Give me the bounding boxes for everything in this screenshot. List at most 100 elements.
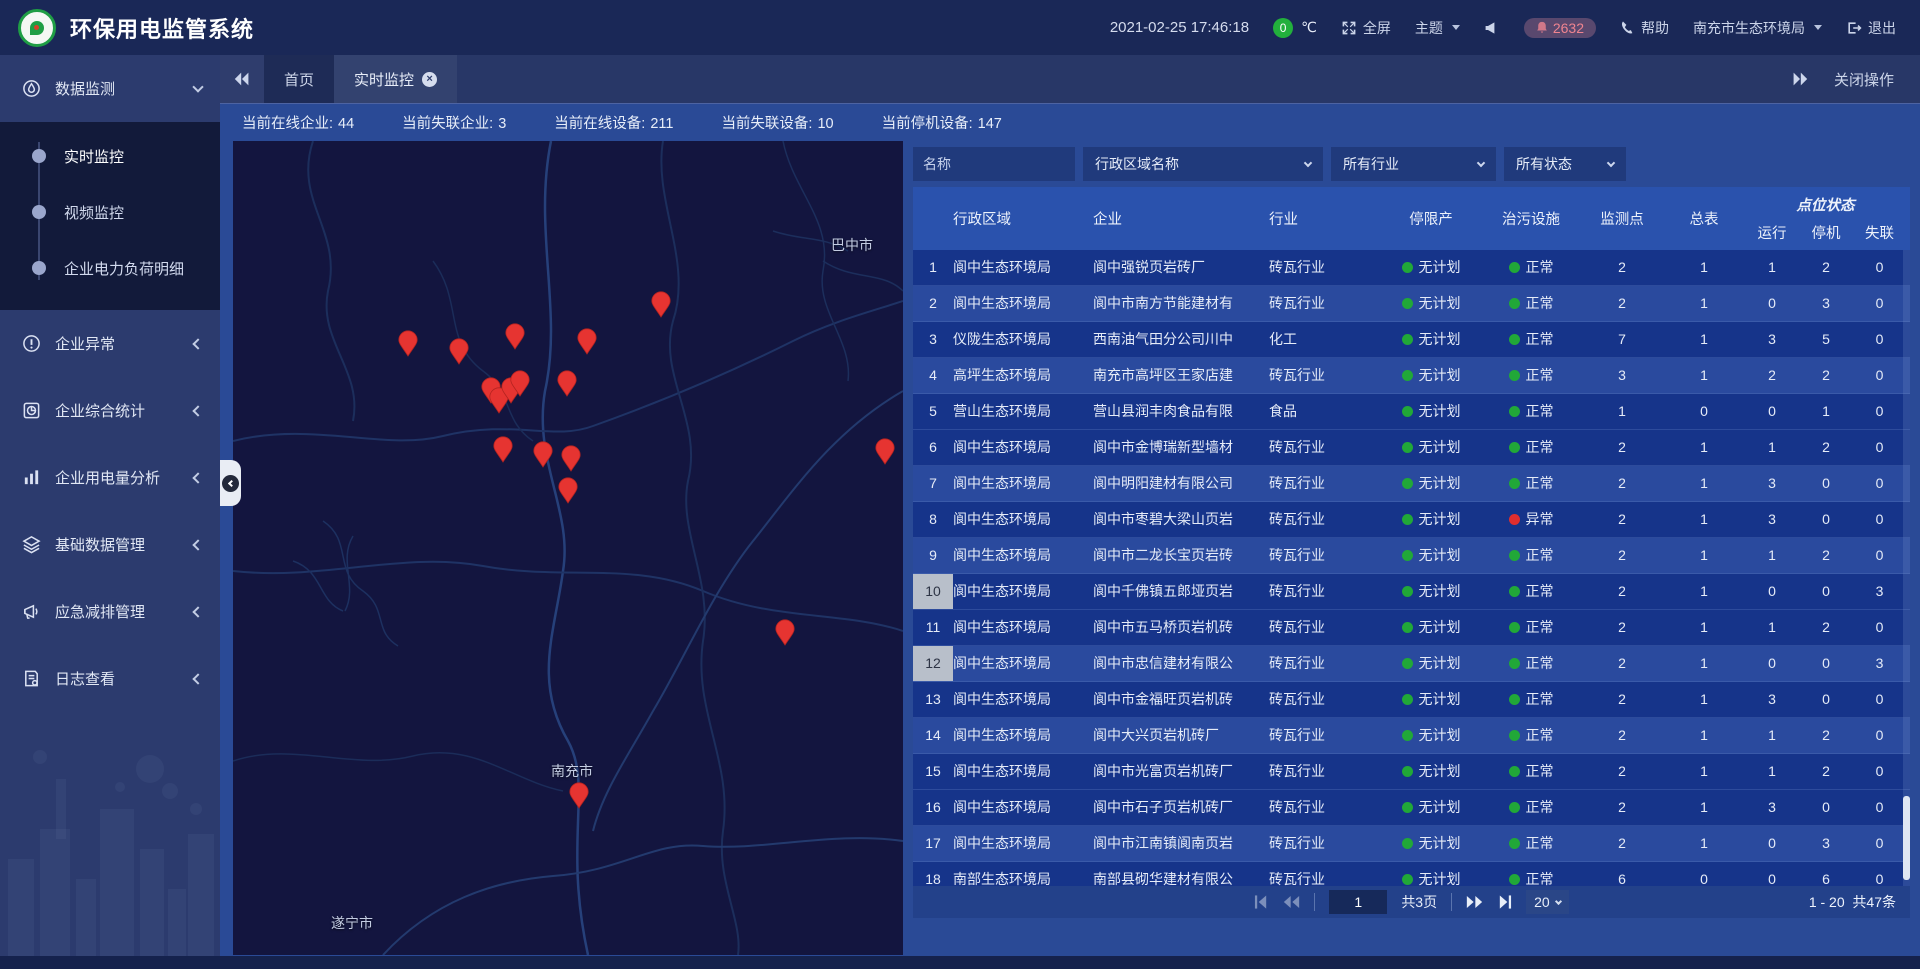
table-row[interactable]: 7阆中生态环境局阆中明阳建材有限公司砖瓦行业无计划正常21300 <box>913 466 1910 502</box>
table-row[interactable]: 5营山生态环境局营山县润丰肉食品有限食品无计划正常10010 <box>913 394 1910 430</box>
cell-row-number: 11 <box>913 610 953 645</box>
cell-row-number: 3 <box>913 322 953 357</box>
help-button[interactable]: 帮助 <box>1620 18 1669 38</box>
tab-close-icon[interactable]: × <box>422 72 437 87</box>
cell-running: 0 <box>1745 646 1799 681</box>
last-page-button[interactable] <box>1497 895 1512 909</box>
table-scrollbar[interactable] <box>1903 250 1910 886</box>
sidebar-item-emergency[interactable]: 应急减排管理 <box>0 578 220 645</box>
table-row[interactable]: 10阆中生态环境局阆中千佛镇五郎垭页岩砖瓦行业无计划正常21003 <box>913 574 1910 610</box>
table-row[interactable]: 14阆中生态环境局阆中大兴页岩机砖厂砖瓦行业无计划正常21120 <box>913 718 1910 754</box>
cell-stopped: 0 <box>1799 466 1853 501</box>
prev-page-button[interactable] <box>1283 895 1300 909</box>
cell-region: 阆中生态环境局 <box>953 466 1093 501</box>
name-filter-input[interactable] <box>913 147 1075 181</box>
sidebar-subitem-label: 视频监控 <box>64 202 124 223</box>
sidebar-subitem-实时监控[interactable]: 实时监控 <box>0 128 220 184</box>
map-pin-icon[interactable] <box>561 445 581 472</box>
table-row[interactable]: 4高坪生态环境局南充市高坪区王家店建砖瓦行业无计划正常31220 <box>913 358 1910 394</box>
cell-running: 3 <box>1745 502 1799 537</box>
map-pin-icon[interactable] <box>505 323 525 350</box>
alarm-count-badge[interactable]: 2632 <box>1524 18 1596 38</box>
map-pin-icon[interactable] <box>875 438 895 465</box>
cell-region: 阆中生态环境局 <box>953 502 1093 537</box>
range-text: 1 - 20 <box>1809 894 1845 910</box>
sidebar-subitem-视频监控[interactable]: 视频监控 <box>0 184 220 240</box>
cell-region: 阆中生态环境局 <box>953 682 1093 717</box>
tab-realtime-monitor[interactable]: 实时监控 × <box>334 55 457 103</box>
sidebar-item-enterprise-abnormal[interactable]: 企业异常 <box>0 310 220 377</box>
theme-dropdown[interactable]: 主题 <box>1415 18 1460 38</box>
tabs-scroll-left-button[interactable] <box>220 55 264 103</box>
page-size-select[interactable]: 20 <box>1526 890 1569 914</box>
map-pin-icon[interactable] <box>775 619 795 646</box>
cell-industry: 砖瓦行业 <box>1269 358 1381 393</box>
table-row[interactable]: 3仪陇生态环境局西南油气田分公司川中化工无计划正常71350 <box>913 322 1910 358</box>
map-pin-icon[interactable] <box>651 291 671 318</box>
industry-filter-select[interactable]: 所有行业 <box>1331 147 1496 181</box>
status-dot-green-icon <box>1509 442 1520 453</box>
status-dot-green-icon <box>1509 298 1520 309</box>
table-row[interactable]: 15阆中生态环境局阆中市光富页岩机砖厂砖瓦行业无计划正常21120 <box>913 754 1910 790</box>
status-filter-select[interactable]: 所有状态 <box>1504 147 1626 181</box>
map-pin-icon[interactable] <box>569 782 589 809</box>
cell-stopped: 3 <box>1799 826 1853 861</box>
table-row[interactable]: 12阆中生态环境局阆中市忠信建材有限公砖瓦行业无计划正常21003 <box>913 646 1910 682</box>
sidebar-subitem-企业电力负荷明细[interactable]: 企业电力负荷明细 <box>0 240 220 296</box>
cell-total-meters: 0 <box>1663 394 1745 429</box>
table-row[interactable]: 18南部生态环境局南部县砌华建材有限公砖瓦行业无计划正常60060 <box>913 862 1910 886</box>
mute-button[interactable] <box>1484 20 1500 36</box>
cell-company: 阆中市二龙长宝页岩砖 <box>1093 538 1269 573</box>
map-pin-icon[interactable] <box>558 477 578 504</box>
map-pin-icon[interactable] <box>510 370 530 397</box>
sidebar-item-label: 基础数据管理 <box>55 534 194 555</box>
map-pin-icon[interactable] <box>493 436 513 463</box>
cell-company: 阆中市石子页岩机砖厂 <box>1093 790 1269 825</box>
table-row[interactable]: 16阆中生态环境局阆中市石子页岩机砖厂砖瓦行业无计划正常21300 <box>913 790 1910 826</box>
cell-lost: 0 <box>1853 250 1906 285</box>
status-dot-green-icon <box>1509 658 1520 669</box>
temperature-badge: 0 <box>1273 18 1293 38</box>
scrollbar-thumb[interactable] <box>1903 796 1910 880</box>
table-row[interactable]: 11阆中生态环境局阆中市五马桥页岩机砖砖瓦行业无计划正常21120 <box>913 610 1910 646</box>
sidebar-item-base-data[interactable]: 基础数据管理 <box>0 511 220 578</box>
region-filter-select[interactable]: 行政区域名称 <box>1083 147 1323 181</box>
map-panel[interactable]: 巴中市南充市遂宁市 <box>233 141 903 955</box>
map-pin-icon[interactable] <box>577 328 597 355</box>
page-number-input[interactable] <box>1329 890 1387 914</box>
org-dropdown[interactable]: 南充市生态环境局 <box>1693 18 1822 38</box>
sidebar-collapse-button[interactable] <box>220 460 241 506</box>
cell-facility-status: 正常 <box>1481 826 1581 861</box>
cell-row-number: 18 <box>913 862 953 886</box>
sidebar-item-logs[interactable]: 日志查看 <box>0 645 220 712</box>
first-page-button[interactable] <box>1254 895 1269 909</box>
tab-home[interactable]: 首页 <box>264 55 334 103</box>
sidebar-item-enterprise-stats[interactable]: 企业综合统计 <box>0 377 220 444</box>
map-city-label: 南充市 <box>551 761 593 781</box>
sidebar-item-power-analysis[interactable]: 企业用电量分析 <box>0 444 220 511</box>
brand: 环保用电监管系统 <box>18 9 254 47</box>
next-page-button[interactable] <box>1466 895 1483 909</box>
cell-row-number: 10 <box>913 574 953 609</box>
map-pin-icon[interactable] <box>449 338 469 365</box>
tabs-scroll-right-button[interactable] <box>1792 72 1808 86</box>
table-row[interactable]: 2阆中生态环境局阆中市南方节能建材有砖瓦行业无计划正常21030 <box>913 286 1910 322</box>
map-pin-icon[interactable] <box>398 330 418 357</box>
table-row[interactable]: 6阆中生态环境局阆中市金博瑞新型墙材砖瓦行业无计划正常21120 <box>913 430 1910 466</box>
table-row[interactable]: 9阆中生态环境局阆中市二龙长宝页岩砖砖瓦行业无计划正常21120 <box>913 538 1910 574</box>
table-row[interactable]: 13阆中生态环境局阆中市金福旺页岩机砖砖瓦行业无计划正常21300 <box>913 682 1910 718</box>
cell-industry: 砖瓦行业 <box>1269 502 1381 537</box>
table-row[interactable]: 8阆中生态环境局阆中市枣碧大梁山页岩砖瓦行业无计划异常21300 <box>913 502 1910 538</box>
map-pin-icon[interactable] <box>533 441 553 468</box>
close-operations-button[interactable]: 关闭操作 <box>1834 69 1894 90</box>
sidebar-item-data-monitor[interactable]: 数据监测 <box>0 55 220 122</box>
fullscreen-button[interactable]: 全屏 <box>1341 18 1391 38</box>
map-pin-icon[interactable] <box>557 370 577 397</box>
table-row[interactable]: 17阆中生态环境局阆中市江南镇阆南页岩砖瓦行业无计划正常21030 <box>913 826 1910 862</box>
cell-region: 阆中生态环境局 <box>953 574 1093 609</box>
status-dot-green-icon <box>1402 838 1413 849</box>
logout-button[interactable]: 退出 <box>1846 18 1896 38</box>
column-header-停限产: 停限产 <box>1381 187 1481 250</box>
map-city-label: 遂宁市 <box>331 913 373 933</box>
table-row[interactable]: 1阆中生态环境局阆中强锐页岩砖厂砖瓦行业无计划正常21120 <box>913 250 1910 286</box>
